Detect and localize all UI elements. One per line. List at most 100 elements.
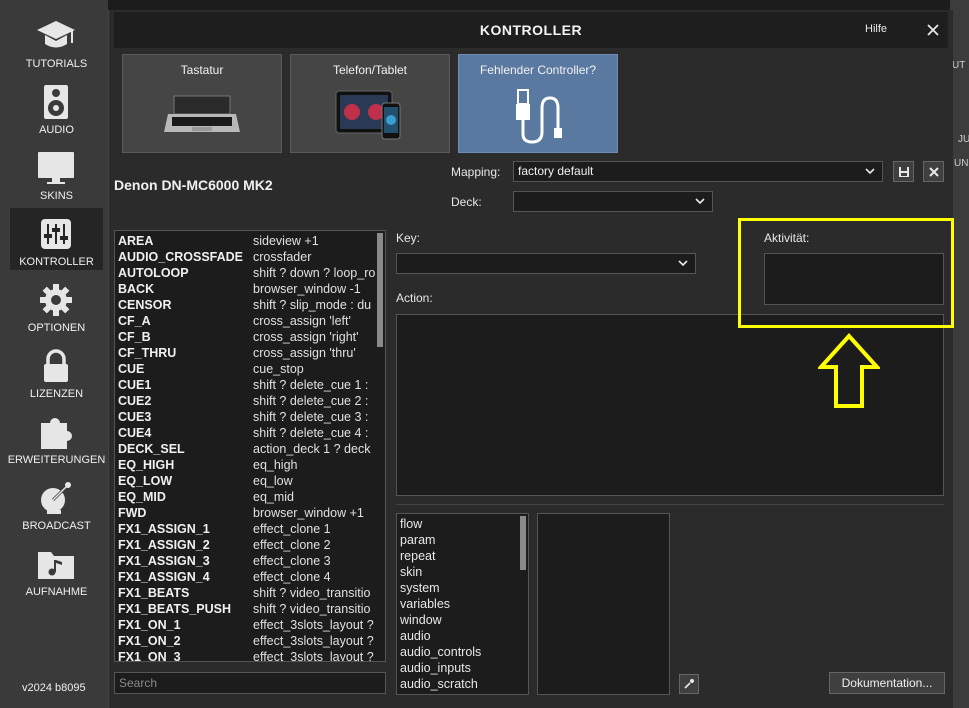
sidebar-item-optionen[interactable]: OPTIONEN: [10, 274, 103, 336]
mapping-key: AREA: [118, 234, 154, 248]
background-text: UT: [952, 60, 966, 71]
mapping-row[interactable]: EQ_HIGH eq_high: [118, 457, 382, 473]
category-scrollbar[interactable]: [520, 516, 526, 570]
mapping-row[interactable]: FX1_ON_2 effect_3slots_layout ?: [118, 633, 382, 649]
mapping-select[interactable]: factory default: [513, 161, 883, 182]
sidebar-item-lizenzen[interactable]: LIZENZEN: [10, 340, 103, 402]
mapping-row[interactable]: CF_A cross_assign 'left': [118, 313, 382, 329]
category-item[interactable]: window: [400, 612, 442, 628]
floppy-disk-icon: [898, 166, 909, 177]
mapping-row[interactable]: CUE cue_stop: [118, 361, 382, 377]
delete-mapping-button[interactable]: [923, 161, 944, 182]
save-mapping-button[interactable]: [893, 161, 914, 182]
category-list[interactable]: flow param repeat skin system variables window…: [396, 513, 529, 695]
mapping-row[interactable]: CENSOR shift ? slip_mode : du: [118, 297, 382, 313]
eyedropper-button[interactable]: [679, 674, 699, 694]
mapping-row[interactable]: AUTOLOOP shift ? down ? loop_ro: [118, 265, 382, 281]
lock-icon: [36, 348, 76, 384]
annotation-arrow-up-icon: [818, 333, 880, 408]
mapping-row[interactable]: FX1_ASSIGN_3 effect_clone 3: [118, 553, 382, 569]
mapping-row[interactable]: CF_B cross_assign 'right': [118, 329, 382, 345]
category-item[interactable]: audio: [400, 628, 431, 644]
mapping-key: FX1_ON_1: [118, 618, 181, 632]
mapping-row[interactable]: EQ_MID eq_mid: [118, 489, 382, 505]
mapping-row[interactable]: FWD browser_window +1: [118, 505, 382, 521]
mapping-action: sideview +1: [253, 234, 319, 248]
mapping-row[interactable]: CUE2 shift ? delete_cue 2 :: [118, 393, 382, 409]
mapping-row[interactable]: CF_THRU cross_assign 'thru': [118, 345, 382, 361]
sidebar-item-label: SKINS: [39, 190, 73, 202]
mapping-action: eq_mid: [253, 490, 294, 504]
mapping-key: CUE2: [118, 394, 152, 408]
mapping-action: cue_stop: [253, 362, 304, 376]
mapping-key: EQ_MID: [118, 490, 166, 504]
category-item[interactable]: repeat: [400, 548, 435, 564]
mapping-row[interactable]: AREA sideview +1: [118, 233, 382, 249]
puzzle-icon: [36, 414, 76, 450]
mapping-row[interactable]: FX1_ASSIGN_1 effect_clone 1: [118, 521, 382, 537]
tab-telefon-tablet[interactable]: Telefon/Tablet: [290, 54, 450, 153]
category-item[interactable]: audio_scratch: [400, 676, 478, 692]
category-item[interactable]: variables: [400, 596, 450, 612]
sidebar-item-kontroller[interactable]: KONTROLLER: [10, 208, 103, 270]
category-item[interactable]: system: [400, 580, 440, 596]
mapping-row[interactable]: BACK browser_window -1: [118, 281, 382, 297]
mapping-row[interactable]: EQ_LOW eq_low: [118, 473, 382, 489]
chevron-down-icon: [695, 198, 705, 205]
mapping-action: shift ? delete_cue 3 :: [253, 410, 369, 424]
list-scrollbar[interactable]: [377, 233, 383, 347]
mapping-row[interactable]: CUE3 shift ? delete_cue 3 :: [118, 409, 382, 425]
mapping-row[interactable]: CUE1 shift ? delete_cue 1 :: [118, 377, 382, 393]
documentation-button[interactable]: Dokumentation...: [829, 672, 945, 694]
key-select[interactable]: [396, 253, 696, 274]
mapping-action: shift ? slip_mode : du: [253, 298, 372, 312]
tab-fehlender-controller[interactable]: Fehlender Controller?: [458, 54, 618, 153]
sidebar-item-audio[interactable]: AUDIO: [10, 76, 103, 138]
sidebar-item-broadcast[interactable]: BROADCAST: [10, 472, 103, 534]
mapping-row[interactable]: AUDIO_CROSSFADE crossfader: [118, 249, 382, 265]
mapping-action: shift ? delete_cue 1 :: [253, 378, 369, 392]
close-icon: [928, 166, 939, 177]
category-item[interactable]: param: [400, 532, 435, 548]
mapping-action: effect_3slots_layout ?: [253, 650, 374, 662]
monitor-icon: [36, 150, 76, 186]
category-item[interactable]: skin: [400, 564, 422, 580]
deck-select[interactable]: [513, 191, 713, 212]
sidebar-item-tutorials[interactable]: TUTORIALS: [10, 10, 103, 72]
sidebar-item-label: LIZENZEN: [29, 388, 84, 400]
tab-tastatur[interactable]: Tastatur: [122, 54, 282, 153]
annotation-highlight-box: [738, 218, 954, 328]
mapping-list[interactable]: AREA sideview +1 AUDIO_CROSSFADE crossfader…: [114, 230, 386, 662]
music-folder-icon: [36, 546, 76, 582]
close-button[interactable]: [921, 18, 945, 42]
mapping-key: FX1_BEATS: [118, 586, 190, 600]
category-item[interactable]: audio_controls: [400, 644, 481, 660]
search-input[interactable]: Search: [114, 672, 386, 694]
mapping-row[interactable]: FX1_ON_3 effect_3slots_layout ?: [118, 649, 382, 662]
mapping-row[interactable]: FX1_ASSIGN_4 effect_clone 4: [118, 569, 382, 585]
usb-cable-icon: [459, 83, 617, 147]
command-list[interactable]: [537, 513, 670, 695]
mapping-row[interactable]: FX1_BEATS_PUSH shift ? video_transitio: [118, 601, 382, 617]
laptop-icon: [123, 83, 281, 147]
category-item[interactable]: audio_inputs: [400, 660, 471, 676]
mapping-row[interactable]: FX1_BEATS shift ? video_transitio: [118, 585, 382, 601]
mapping-action: shift ? delete_cue 2 :: [253, 394, 369, 408]
sidebar-item-erweiterungen[interactable]: ERWEITERUNGEN: [8, 406, 105, 468]
help-button[interactable]: Hilfe: [865, 23, 887, 35]
sidebar: TUTORIALS AUDIO SKINS KONTROLLER OPTIONE…: [0, 0, 108, 708]
mapping-key: FX1_ASSIGN_1: [118, 522, 210, 536]
dialog-title: KONTROLLER: [479, 22, 583, 38]
deck-label: Deck:: [451, 195, 482, 209]
sidebar-item-label: ERWEITERUNGEN: [7, 454, 106, 466]
sidebar-item-skins[interactable]: SKINS: [10, 142, 103, 204]
tab-label: Fehlender Controller?: [479, 63, 597, 77]
mapping-row[interactable]: CUE4 shift ? delete_cue 4 :: [118, 425, 382, 441]
category-item[interactable]: flow: [400, 516, 422, 532]
mapping-action: cross_assign 'left': [253, 314, 351, 328]
mapping-row[interactable]: DECK_SEL action_deck 1 ? deck: [118, 441, 382, 457]
sidebar-item-aufnahme[interactable]: AUFNAHME: [10, 538, 103, 600]
mapping-row[interactable]: FX1_ASSIGN_2 effect_clone 2: [118, 537, 382, 553]
background-text: UN: [954, 158, 969, 169]
mapping-row[interactable]: FX1_ON_1 effect_3slots_layout ?: [118, 617, 382, 633]
